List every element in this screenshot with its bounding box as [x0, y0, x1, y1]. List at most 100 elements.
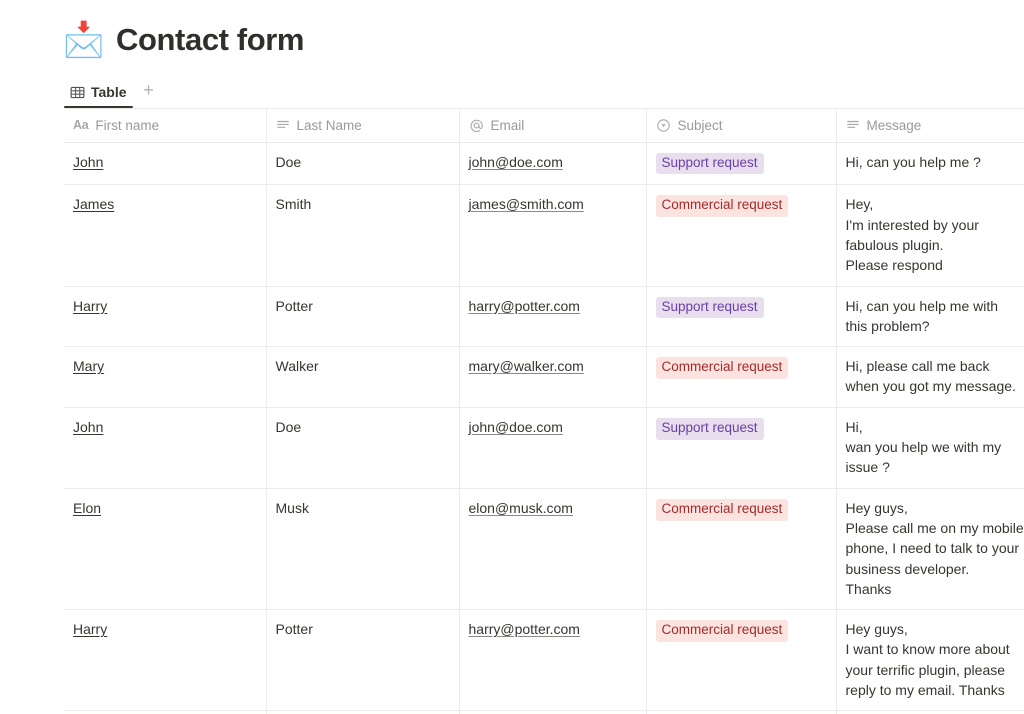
cell-email-text: elon@musk.com: [468, 499, 573, 516]
subject-tag: Support request: [655, 296, 764, 319]
subject-tag: Support request: [655, 417, 764, 440]
cell-message-text: Hey, I'm interested by your fabulous plu…: [845, 196, 979, 274]
cell-message-text: Hi, wan you help we with my issue ?: [845, 418, 1002, 476]
select-chevron-icon: [656, 118, 671, 133]
column-label: Last Name: [296, 117, 362, 133]
cell-first-name-text: Harry: [73, 621, 108, 638]
cell-email[interactable]: mary@walker.com: [459, 346, 647, 408]
cell-first-name[interactable]: Harry: [64, 286, 267, 348]
cell-email[interactable]: john@doe.com: [459, 142, 647, 186]
cell-last-name-text: Walker: [275, 358, 319, 375]
table-row[interactable]: Mary Walker mary@walker.com Commercial requ…: [64, 346, 1024, 408]
cell-message[interactable]: Hi, can you help me ?: [836, 142, 1024, 186]
contacts-table: Aa First name Last Name Email Subject Me…: [64, 109, 1024, 714]
page-title: Contact form: [116, 21, 305, 57]
cell-first-name-text: James: [73, 196, 115, 213]
view-tabs: Table +: [0, 72, 1024, 108]
cell-last-name[interactable]: Smith: [266, 184, 460, 287]
cell-message[interactable]: Hey, I'm interested by your fabulous plu…: [836, 184, 1024, 287]
cell-subject[interactable]: Commercial request: [646, 346, 837, 408]
column-label: Email: [490, 117, 525, 133]
cell-first-name[interactable]: James: [64, 184, 267, 287]
cell-first-name[interactable]: Mary: [64, 346, 267, 408]
table-body: John Doe john@doe.com Support request Hi, ca…: [64, 142, 1024, 714]
cell-message-text: Hi, can you help me ?: [845, 153, 981, 170]
cell-message-text: Hi, can you help me with this problem?: [845, 297, 999, 334]
cell-email-text: john@doe.com: [468, 153, 563, 170]
table-header-row: Aa First name Last Name Email Subject Me…: [64, 109, 1024, 143]
table-row[interactable]: Harry Potter harry@potter.com Commercial re…: [64, 609, 1024, 712]
cell-message[interactable]: Hey guys, I want to know more about your…: [836, 609, 1024, 712]
cell-email-text: harry@potter.com: [468, 621, 580, 638]
column-header-last-name[interactable]: Last Name: [266, 109, 460, 143]
cell-last-name-text: Smith: [275, 196, 312, 213]
subject-tag: Commercial request: [655, 498, 789, 521]
cell-first-name[interactable]: John: [64, 142, 267, 186]
table-row[interactable]: John Doe john@doe.com Support request Hi, wa…: [64, 407, 1024, 489]
cell-first-name[interactable]: Harry: [64, 609, 267, 712]
cell-email[interactable]: john@doe.com: [459, 407, 647, 489]
column-label: First name: [95, 117, 160, 133]
table-icon: [70, 85, 85, 100]
cell-email[interactable]: harry@potter.com: [459, 286, 647, 348]
cell-message-text: Hey guys, Please call me on my mobile ph…: [845, 499, 1024, 597]
cell-first-name-text: Harry: [73, 297, 108, 314]
column-header-subject[interactable]: Subject: [646, 109, 837, 143]
cell-email-text: harry@potter.com: [468, 297, 580, 314]
cell-subject[interactable]: Support request: [646, 407, 837, 489]
cell-last-name[interactable]: Musk: [266, 488, 460, 611]
cell-subject[interactable]: Commercial request: [646, 609, 837, 712]
page-header: 📩 Contact form: [0, 0, 1024, 62]
cell-email[interactable]: james@smith.com: [459, 184, 647, 287]
cell-message-text: Hey guys, I want to know more about your…: [845, 621, 1010, 699]
cell-first-name[interactable]: Elon: [64, 488, 267, 611]
cell-last-name-text: Potter: [275, 297, 313, 314]
column-header-first-name[interactable]: Aa First name: [64, 109, 267, 143]
cell-email[interactable]: elon@musk.com: [459, 488, 647, 611]
cell-email-text: james@smith.com: [468, 196, 584, 213]
cell-last-name[interactable]: Doe: [266, 407, 460, 489]
tab-table[interactable]: Table: [64, 82, 133, 108]
incoming-envelope-icon[interactable]: 📩: [63, 20, 105, 60]
cell-last-name[interactable]: Potter: [266, 286, 460, 348]
text-lines-icon: [276, 118, 290, 132]
cell-message[interactable]: Hi, can you help me with this problem?: [836, 286, 1024, 348]
column-header-message[interactable]: Message: [836, 109, 1024, 143]
cell-last-name[interactable]: Doe: [266, 142, 460, 186]
cell-last-name[interactable]: Potter: [266, 609, 460, 712]
cell-first-name[interactable]: John: [64, 407, 267, 489]
column-label: Message: [866, 117, 922, 133]
cell-last-name-text: Potter: [275, 621, 313, 638]
page-root: 📩 Contact form Table + Aa First name Las…: [0, 0, 1024, 714]
title-text-icon: Aa: [73, 118, 89, 132]
cell-message[interactable]: Hi, please call me back when you got my …: [836, 346, 1024, 408]
tab-table-label: Table: [91, 84, 127, 100]
cell-last-name-text: Musk: [275, 499, 309, 516]
subject-tag: Support request: [655, 152, 764, 175]
cell-subject[interactable]: Commercial request: [646, 184, 837, 287]
table-row[interactable]: Harry Potter harry@potter.com Support reque…: [64, 286, 1024, 348]
table-row[interactable]: Elon Musk elon@musk.com Commercial request H…: [64, 488, 1024, 611]
text-lines-icon: [846, 118, 860, 132]
column-header-email[interactable]: Email: [459, 109, 647, 143]
table-row[interactable]: James Smith james@smith.com Commercial requ…: [64, 184, 1024, 287]
cell-last-name[interactable]: Walker: [266, 346, 460, 408]
cell-message[interactable]: Hey guys, Please call me on my mobile ph…: [836, 488, 1024, 611]
cell-first-name-text: John: [73, 153, 104, 170]
cell-email-text: mary@walker.com: [468, 358, 584, 375]
cell-subject[interactable]: Support request: [646, 286, 837, 348]
subject-tag: Commercial request: [655, 195, 789, 218]
cell-message-text: Hi, please call me back when you got my …: [845, 358, 1016, 395]
add-view-button[interactable]: +: [137, 78, 161, 102]
cell-last-name-text: Doe: [275, 153, 302, 170]
cell-first-name-text: Mary: [73, 358, 105, 375]
cell-message[interactable]: Hi, wan you help we with my issue ?: [836, 407, 1024, 489]
cell-subject[interactable]: Commercial request: [646, 488, 837, 611]
table-row[interactable]: John Doe john@doe.com Support request Hi, ca…: [64, 142, 1024, 186]
cell-email-text: john@doe.com: [468, 418, 563, 435]
cell-first-name-text: John: [73, 418, 104, 435]
cell-email[interactable]: harry@potter.com: [459, 609, 647, 712]
column-label: Subject: [677, 117, 723, 133]
cell-subject[interactable]: Support request: [646, 142, 837, 186]
subject-tag: Commercial request: [655, 620, 789, 642]
